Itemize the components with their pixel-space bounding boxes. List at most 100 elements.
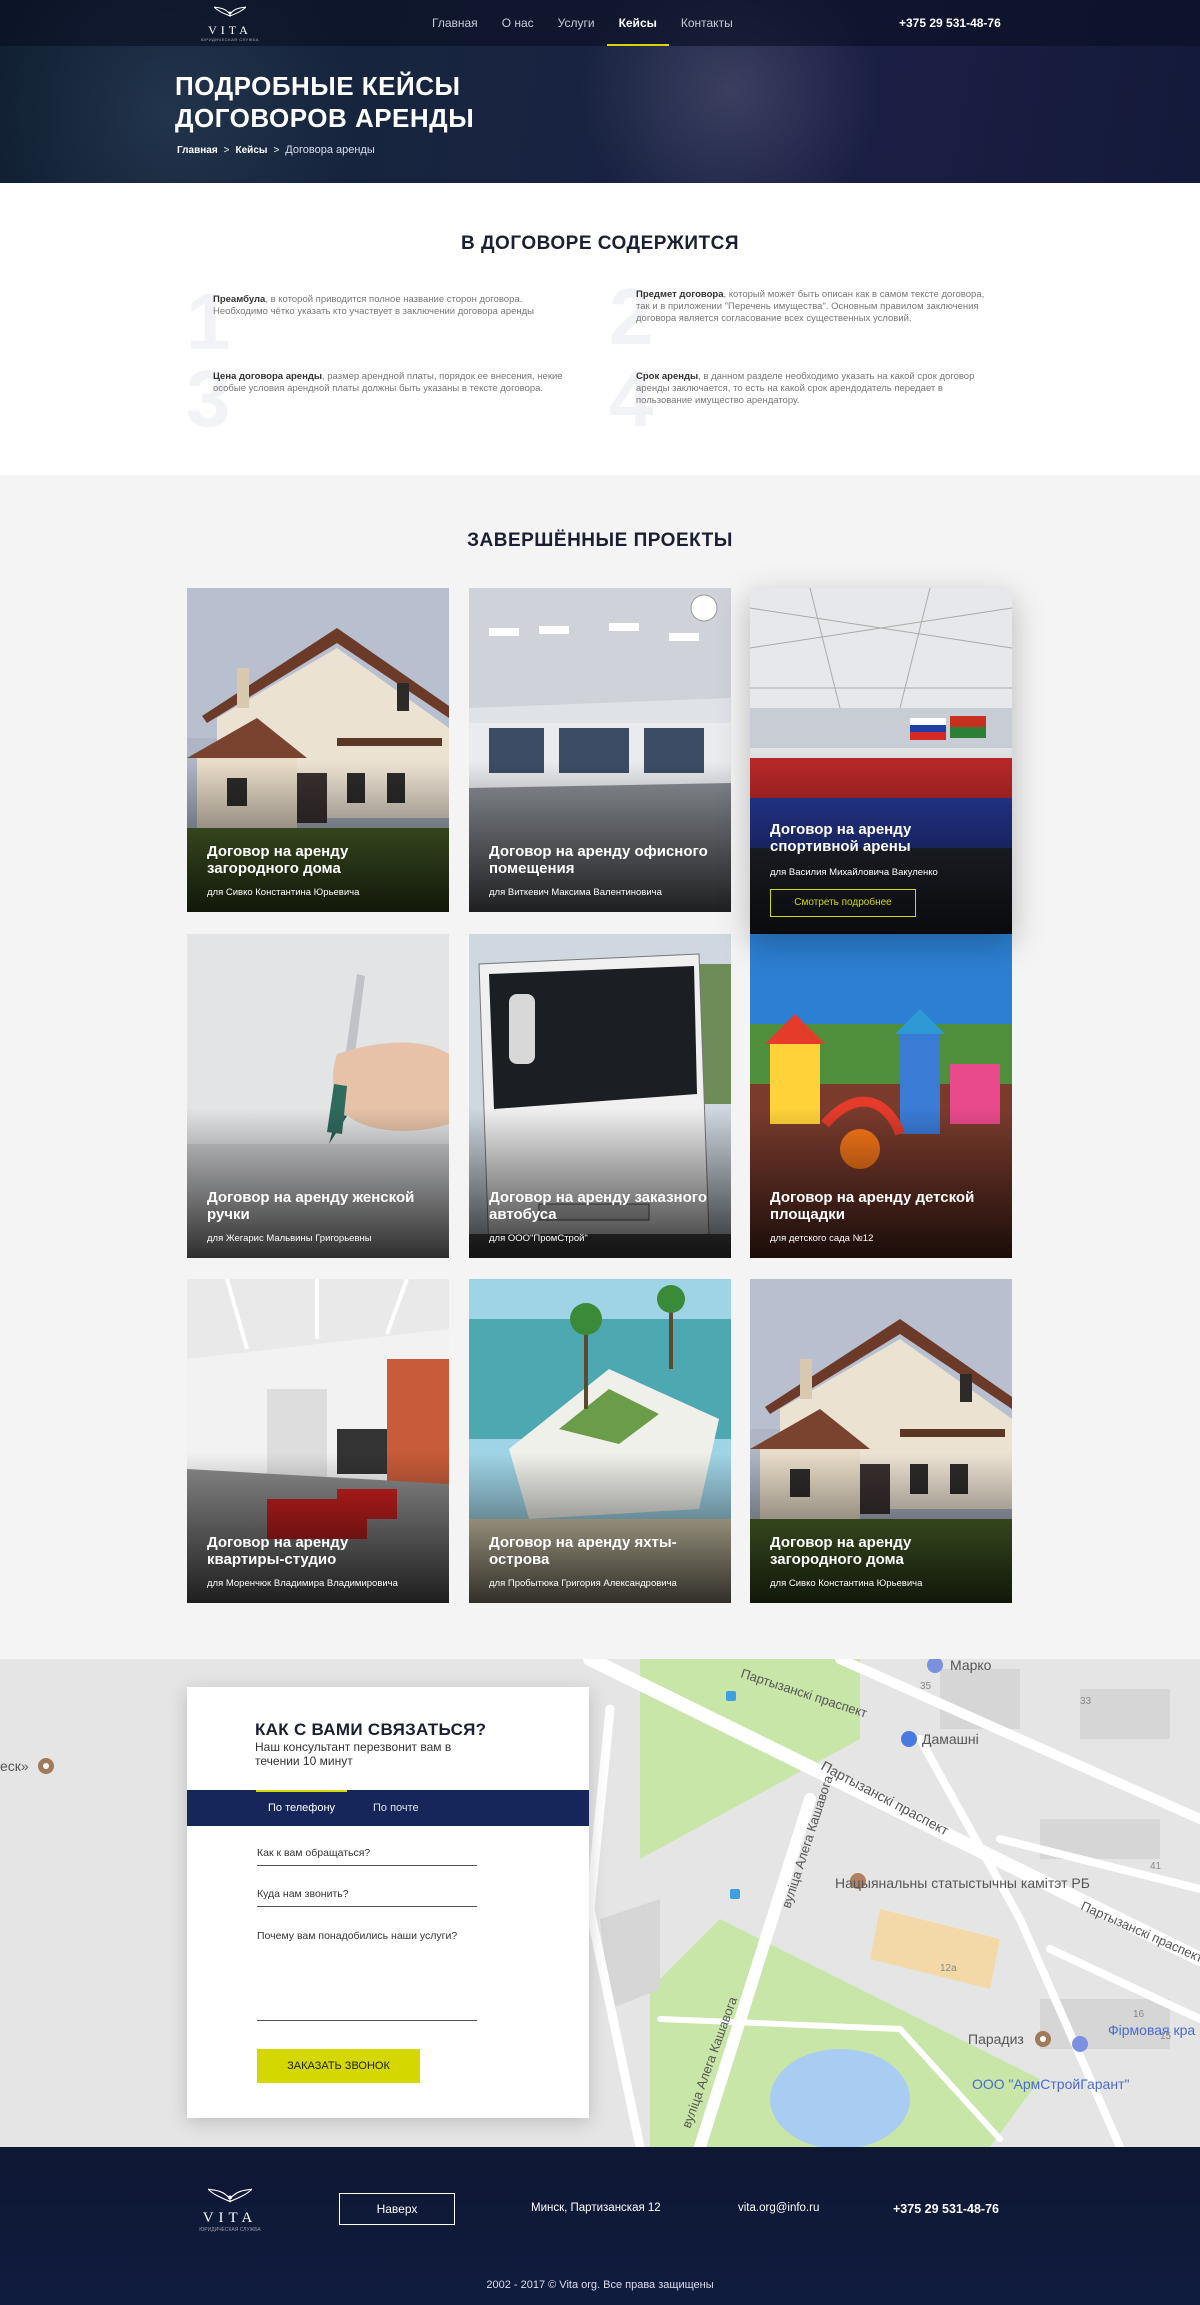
project-card[interactable]: Договор на аренду спортивной арены для В… <box>750 588 1012 934</box>
footer-address: Минск, Партизанская 12 <box>531 2202 661 2214</box>
hero-banner: VITA ЮРИДИЧЕСКАЯ СЛУЖБА Главная О нас Ус… <box>0 0 1200 183</box>
contains-item: 1 Преамбула, в которой приводится полное… <box>186 282 573 362</box>
map-number: 12а <box>940 1963 957 1974</box>
card-client: для Василия Михайловича Вакуленко <box>770 867 938 878</box>
logo[interactable]: VITA ЮРИДИЧЕСКАЯ СЛУЖБА <box>200 3 260 43</box>
breadcrumb-home[interactable]: Главная <box>177 145 218 156</box>
breadcrumb-current: Договора аренды <box>285 144 375 156</box>
card-client: для Пробытюка Григория Александровича <box>489 1578 677 1589</box>
logo-word: VITA <box>208 23 252 37</box>
map-label: Дамашні <box>922 1731 979 1747</box>
contains-item: 3 Цена договора аренды, размер арендной … <box>186 359 573 439</box>
back-to-top-button[interactable]: Наверх <box>339 2193 455 2225</box>
name-field[interactable]: Как к вам обращаться? <box>257 1847 477 1866</box>
map-number: 41 <box>1150 1861 1162 1872</box>
nav-about[interactable]: О нас <box>490 0 546 46</box>
card-title: Договор на аренду загородного дома <box>770 1534 912 1568</box>
copyright: 2002 - 2017 © Vita org. Все права защище… <box>486 2279 714 2291</box>
footer-phone[interactable]: +375 29 531-48-76 <box>893 2202 999 2216</box>
map-label: Нацыянальны статыстычны камітэт РБ <box>835 1875 1090 1891</box>
map-label: Марко <box>950 1659 992 1673</box>
card-client: для Жегарис Мальвины Григорьевны <box>207 1233 372 1244</box>
main-nav: Главная О нас Услуги Кейсы Контакты <box>420 0 745 46</box>
card-client: для ООО"ПромСтрой" <box>489 1233 588 1244</box>
wings-icon <box>208 2188 252 2203</box>
item-text: Срок аренды, в данном разделе необходимо… <box>636 371 996 407</box>
card-client: для Виткевич Максима Валентиновича <box>489 887 662 898</box>
tab-mail[interactable]: По почте <box>373 1790 419 1826</box>
project-card[interactable]: Договор на аренду заказного автобуса для… <box>469 934 731 1258</box>
map-number: 35 <box>920 1681 932 1692</box>
project-card[interactable]: Договор на аренду офисного помещения для… <box>469 588 731 912</box>
item-text: Цена договора аренды, размер арендной пл… <box>213 371 573 395</box>
project-card[interactable]: Договор на аренду яхты-острова для Пробы… <box>469 1279 731 1603</box>
project-card[interactable]: Договор на аренду женской ручки для Жега… <box>187 934 449 1258</box>
item-bold: Цена договора аренды <box>213 371 322 382</box>
card-title: Договор на аренду женской ручки <box>207 1189 415 1223</box>
card-client: для Сивко Константина Юрьевича <box>770 1578 923 1589</box>
contains-item: 2 Предмет договора, который может быть о… <box>609 277 996 357</box>
card-title: Договор на аренду спортивной арены <box>770 821 912 855</box>
item-text: Предмет договора, который может быть опи… <box>636 289 996 325</box>
footer-logo-word: VITA <box>202 2210 258 2226</box>
card-title: Договор на аренду загородного дома <box>207 843 349 877</box>
breadcrumb: Главная > Кейсы > Договора аренды <box>177 144 375 156</box>
header-phone[interactable]: +375 29 531-48-76 <box>899 16 1001 30</box>
contains-section: В ДОГОВОРЕ СОДЕРЖИТСЯ 1 Преамбула, в кот… <box>0 183 1200 475</box>
phone-field[interactable]: Куда нам звонить? <box>257 1888 477 1907</box>
contains-title: В ДОГОВОРЕ СОДЕРЖИТСЯ <box>461 233 739 254</box>
wings-icon <box>214 6 246 17</box>
breadcrumb-separator: > <box>273 145 280 156</box>
tab-phone[interactable]: По телефону <box>256 1790 348 1826</box>
project-card[interactable]: Договор на аренду детской площадки для д… <box>750 934 1012 1258</box>
project-card[interactable]: Договор на аренду загородного дома для С… <box>750 1279 1012 1603</box>
contact-map[interactable]: Марко Дамашні Партызанскі праспект Парты… <box>0 1659 1200 2147</box>
item-bold: Предмет договора <box>636 289 724 300</box>
map-number: 33 <box>1080 1696 1092 1707</box>
card-client: для Моренчюк Владимира Владимировича <box>207 1578 398 1589</box>
view-details-button[interactable]: Смотреть подробнее <box>770 889 916 917</box>
footer-logo[interactable]: VITA ЮРИДИЧЕСКАЯ СЛУЖБА <box>195 2182 265 2233</box>
nav-contacts[interactable]: Контакты <box>669 0 745 46</box>
projects-section: ЗАВЕРШЁННЫЕ ПРОЕКТЫ Договор на аренду за… <box>0 475 1200 1659</box>
map-label: Фірмовая кра <box>1108 2022 1195 2038</box>
card-client: для Сивко Константина Юрьевича <box>207 887 360 898</box>
breadcrumb-cases[interactable]: Кейсы <box>236 145 268 156</box>
card-title: Договор на аренду квартиры-студио <box>207 1534 349 1568</box>
card-client: для детского сада №12 <box>770 1233 874 1244</box>
footer: VITA ЮРИДИЧЕСКАЯ СЛУЖБА Наверх Минск, Па… <box>0 2147 1200 2305</box>
item-bold: Преамбула <box>213 294 266 305</box>
footer-logo-subtitle: ЮРИДИЧЕСКАЯ СЛУЖБА <box>199 2227 261 2233</box>
contact-form: КАК С ВАМИ СВЯЗАТЬСЯ? Наш консультант пе… <box>187 1687 589 2118</box>
card-title: Договор на аренду детской площадки <box>770 1189 975 1223</box>
project-card[interactable]: Договор на аренду квартиры-студио для Мо… <box>187 1279 449 1603</box>
map-label: Парадиз <box>968 2031 1024 2047</box>
page-title: ПОДРОБНЫЕ КЕЙСЫ ДОГОВОРОВ АРЕНДЫ <box>175 70 595 134</box>
map-canvas[interactable]: Марко Дамашні Партызанскі праспект Парты… <box>0 1659 1200 2147</box>
map-label: ООО "АрмСтройГарант" <box>972 2076 1129 2092</box>
breadcrumb-separator: > <box>223 145 230 156</box>
reason-field[interactable]: Почему вам понадобились наши услуги? <box>257 1930 477 2021</box>
item-text: Преамбула, в которой приводится полное н… <box>213 294 573 318</box>
top-navbar: VITA ЮРИДИЧЕСКАЯ СЛУЖБА Главная О нас Ус… <box>0 0 1200 46</box>
contact-lead: Наш консультант перезвонит вам в течении… <box>255 1740 452 1768</box>
card-title: Договор на аренду офисного помещения <box>489 843 708 877</box>
project-card[interactable]: Договор на аренду загородного дома для С… <box>187 588 449 912</box>
footer-email[interactable]: vita.org@info.ru <box>738 2202 819 2214</box>
map-label: еск» <box>0 1758 29 1774</box>
contains-item: 4 Срок аренды, в данном разделе необходи… <box>609 359 996 439</box>
item-bold: Срок аренды <box>636 371 699 382</box>
nav-home[interactable]: Главная <box>420 0 490 46</box>
page-title-line2: ДОГОВОРОВ АРЕНДЫ <box>175 103 475 133</box>
card-title: Договор на аренду яхты-острова <box>489 1534 677 1568</box>
nav-services[interactable]: Услуги <box>546 0 607 46</box>
map-number: 15 <box>1160 2031 1172 2042</box>
logo-subtitle: ЮРИДИЧЕСКАЯ СЛУЖБА <box>200 37 260 42</box>
nav-cases[interactable]: Кейсы <box>606 0 670 46</box>
request-call-button[interactable]: ЗАКАЗАТЬ ЗВОНОК <box>257 2049 420 2083</box>
projects-title: ЗАВЕРШЁННЫЕ ПРОЕКТЫ <box>467 530 733 551</box>
page-title-line1: ПОДРОБНЫЕ КЕЙСЫ <box>175 71 461 101</box>
map-number: 16 <box>1133 2009 1145 2020</box>
contact-tabs: По телефону По почте <box>187 1790 589 1826</box>
contact-title: КАК С ВАМИ СВЯЗАТЬСЯ? <box>255 1720 487 1739</box>
